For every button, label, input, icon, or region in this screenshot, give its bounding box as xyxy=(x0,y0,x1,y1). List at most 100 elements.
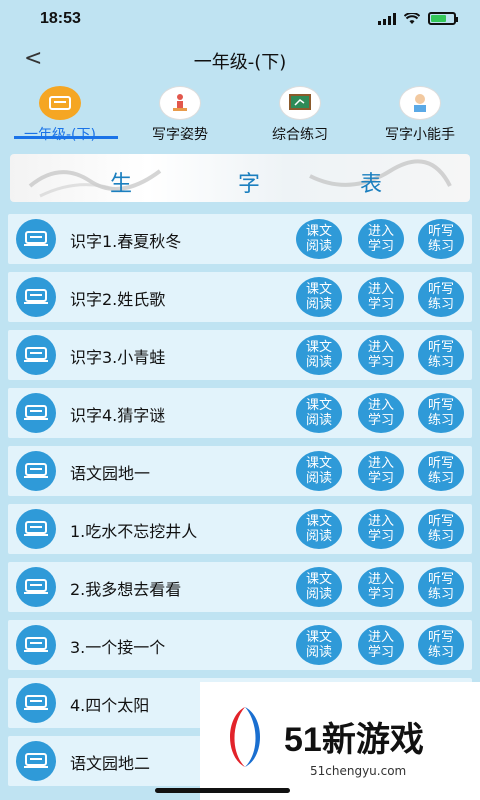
button-line: 阅读 xyxy=(305,471,332,486)
tab-writing-posture[interactable]: 写字姿势 xyxy=(120,82,240,144)
button-line: 进入 xyxy=(367,630,394,645)
brand-logo-icon xyxy=(230,707,260,767)
button-line: 进入 xyxy=(367,340,394,355)
start-learning-button[interactable]: 进入学习 xyxy=(358,509,404,549)
button-line: 听写 xyxy=(427,340,454,355)
book-icon xyxy=(16,451,56,491)
status-bar: 18:53 xyxy=(0,0,480,40)
button-line: 听写 xyxy=(427,282,454,297)
page-title: 一年级-(下) xyxy=(193,52,287,73)
lesson-row[interactable]: 识字3.小青蛙 课文 阅读 进入 学习 听写 练习 xyxy=(8,330,472,380)
status-time: 18:53 xyxy=(40,10,81,27)
button-line: 课文 xyxy=(305,398,332,413)
button-line: 练习 xyxy=(427,355,454,370)
writing-posture-icon xyxy=(159,86,201,120)
dictation-practice-button[interactable]: 听写练习 xyxy=(418,451,464,491)
lesson-title: 识字2.姓氏歌 xyxy=(70,290,166,309)
book-icon xyxy=(16,393,56,433)
read-text-button[interactable]: 课文阅读 xyxy=(296,567,342,607)
tab-label: 一年级-(下) xyxy=(24,127,96,143)
book-icon xyxy=(16,277,56,317)
read-text-button[interactable]: 课文阅读 xyxy=(296,393,342,433)
read-text-button[interactable]: 课文阅读 xyxy=(296,277,342,317)
watermark-brand: 51新游戏 xyxy=(284,721,424,759)
read-text-button[interactable]: 课文阅读 xyxy=(296,509,342,549)
button-line: 学习 xyxy=(367,471,394,486)
tab-label: 写字姿势 xyxy=(152,127,208,143)
book-icon xyxy=(16,509,56,549)
button-line: 练习 xyxy=(427,471,454,486)
dictation-practice-button[interactable]: 听写练习 xyxy=(418,219,464,259)
button-line: 学习 xyxy=(367,529,394,544)
book-icon xyxy=(16,741,56,781)
button-line: 课文 xyxy=(305,340,332,355)
button-line: 学习 xyxy=(367,355,394,370)
dictation-practice-button[interactable]: 听写练习 xyxy=(418,393,464,433)
book-icon xyxy=(16,625,56,665)
button-line: 练习 xyxy=(427,413,454,428)
read-text-button[interactable]: 课文阅读 xyxy=(296,451,342,491)
button-line: 阅读 xyxy=(305,645,332,660)
lesson-row[interactable]: 1.吃水不忘挖井人 课文 阅读 进入 学习 听写 练习 xyxy=(8,504,472,554)
dictation-practice-button[interactable]: 听写练习 xyxy=(418,335,464,375)
button-line: 练习 xyxy=(427,587,454,602)
start-learning-button[interactable]: 进入学习 xyxy=(358,393,404,433)
button-line: 学习 xyxy=(367,297,394,312)
lesson-title: 语文园地一 xyxy=(70,464,151,483)
button-line: 练习 xyxy=(427,529,454,544)
button-line: 练习 xyxy=(427,645,454,660)
lesson-title: 语文园地二 xyxy=(70,754,151,773)
start-learning-button[interactable]: 进入学习 xyxy=(358,335,404,375)
character-table-banner[interactable]: 生 字 表 xyxy=(10,154,470,202)
dictation-practice-button[interactable]: 听写练习 xyxy=(418,567,464,607)
tab-bar: 一年级-(下) 写字姿势 综合练习 写字小能手 xyxy=(0,82,480,144)
lesson-row[interactable]: 2.我多想去看看 课文 阅读 进入 学习 听写 练习 xyxy=(8,562,472,612)
start-learning-button[interactable]: 进入学习 xyxy=(358,451,404,491)
start-learning-button[interactable]: 进入学习 xyxy=(358,567,404,607)
start-learning-button[interactable]: 进入学习 xyxy=(358,625,404,665)
lesson-row[interactable]: 识字2.姓氏歌 课文 阅读 进入 学习 听写 练习 xyxy=(8,272,472,322)
dictation-practice-button[interactable]: 听写练习 xyxy=(418,509,464,549)
button-line: 课文 xyxy=(305,572,332,587)
read-text-button[interactable]: 课文阅读 xyxy=(296,335,342,375)
lesson-row[interactable]: 3.一个接一个 课文 阅读 进入 学习 听写 练习 xyxy=(8,620,472,670)
dictation-practice-button[interactable]: 听写练习 xyxy=(418,625,464,665)
lesson-title: 2.我多想去看看 xyxy=(70,580,182,599)
banner-char: 表 xyxy=(360,172,385,197)
book-icon xyxy=(39,86,81,120)
button-line: 进入 xyxy=(367,282,394,297)
button-line: 课文 xyxy=(305,224,332,239)
button-line: 阅读 xyxy=(305,355,332,370)
button-line: 练习 xyxy=(427,239,454,254)
button-line: 学习 xyxy=(367,587,394,602)
tab-exercises[interactable]: 综合练习 xyxy=(240,82,360,144)
start-learning-button[interactable]: 进入学习 xyxy=(358,219,404,259)
lesson-title: 3.一个接一个 xyxy=(70,638,166,657)
button-line: 进入 xyxy=(367,224,394,239)
book-icon xyxy=(16,567,56,607)
button-line: 听写 xyxy=(427,456,454,471)
tab-writing-master[interactable]: 写字小能手 xyxy=(360,82,480,144)
tab-grade-one[interactable]: 一年级-(下) xyxy=(0,82,120,144)
watermark: 51新游戏 51chengyu.com xyxy=(200,682,480,800)
read-text-button[interactable]: 课文阅读 xyxy=(296,219,342,259)
button-line: 进入 xyxy=(367,514,394,529)
button-line: 听写 xyxy=(427,514,454,529)
banner-char: 生 xyxy=(110,172,135,197)
lesson-title: 识字1.春夏秋冬 xyxy=(70,232,182,251)
lesson-row[interactable]: 识字1.春夏秋冬 课文 阅读 进入 学习 听写 练习 xyxy=(8,214,472,264)
button-line: 练习 xyxy=(427,297,454,312)
button-line: 阅读 xyxy=(305,529,332,544)
blackboard-icon xyxy=(279,86,321,120)
writer-icon xyxy=(399,86,441,120)
button-line: 阅读 xyxy=(305,587,332,602)
start-learning-button[interactable]: 进入学习 xyxy=(358,277,404,317)
lesson-row[interactable]: 语文园地一 课文 阅读 进入 学习 听写 练习 xyxy=(8,446,472,496)
book-icon xyxy=(16,683,56,723)
button-line: 听写 xyxy=(427,224,454,239)
dictation-practice-button[interactable]: 听写练习 xyxy=(418,277,464,317)
nav-bar: < 一年级-(下) xyxy=(0,40,480,80)
button-line: 课文 xyxy=(305,282,332,297)
read-text-button[interactable]: 课文阅读 xyxy=(296,625,342,665)
lesson-row[interactable]: 识字4.猜字谜 课文 阅读 进入 学习 听写 练习 xyxy=(8,388,472,438)
